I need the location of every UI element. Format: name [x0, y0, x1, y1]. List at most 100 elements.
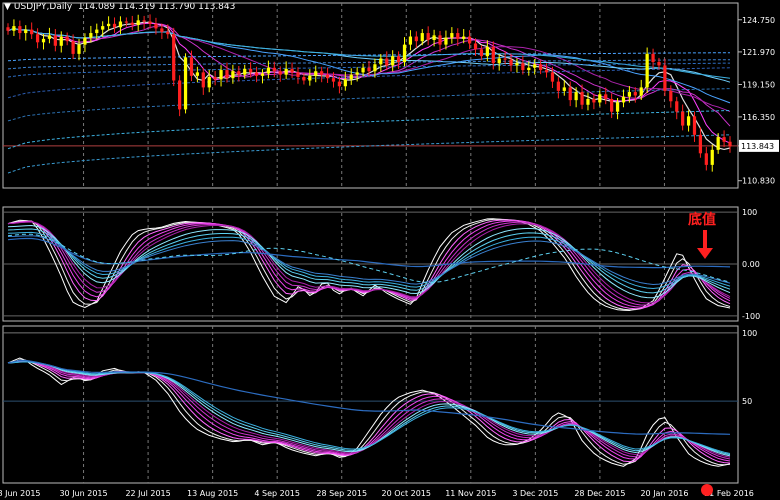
candle-body: [189, 57, 194, 76]
candle-body: [610, 98, 614, 112]
candle-body: [130, 22, 134, 25]
price-trendline: [7, 88, 731, 122]
candle-body: [243, 68, 247, 75]
candle-body: [450, 33, 454, 38]
y-tick-label: -100: [742, 312, 760, 321]
y-tick-label: 119.150: [742, 81, 775, 90]
osc2-signal-line: [7, 359, 731, 435]
candle-body: [663, 65, 667, 91]
candle-body: [142, 20, 146, 22]
osc1-series-line: [7, 218, 731, 312]
candle-body: [592, 98, 596, 103]
candle-body: [373, 64, 377, 72]
x-tick-label: 3 Dec 2015: [512, 489, 558, 498]
candle-body: [337, 81, 342, 87]
candle-body: [651, 53, 655, 62]
candle-body: [420, 33, 424, 42]
down-arrow-icon: [697, 248, 713, 259]
candle-body: [574, 92, 578, 101]
candle-body: [639, 87, 643, 96]
candle-body: [320, 71, 324, 75]
candle-body: [473, 43, 478, 50]
candle-body: [12, 26, 16, 31]
oscillator-panel-2-frame: [2, 325, 739, 484]
candle-body: [515, 63, 519, 66]
candle-body: [497, 58, 501, 64]
candle-body: [6, 27, 10, 31]
candle-body: [178, 80, 182, 110]
x-tick-label: 28 Dec 2015: [574, 489, 625, 498]
candle-body: [438, 35, 442, 45]
candle-body: [509, 59, 513, 66]
candle-body: [41, 38, 46, 43]
candle-body: [118, 21, 123, 28]
candle-body: [35, 34, 40, 43]
chart-canvas[interactable]: 8 Jun 2015 30 Jun 2015 22 Jul 2015 13 Aug 2…: [0, 0, 780, 500]
candle-body: [681, 111, 685, 126]
candle-body: [367, 67, 371, 72]
candle-body: [503, 58, 507, 60]
candle-body: [562, 87, 566, 91]
y-tick-label: 50: [742, 397, 752, 406]
y-tick-label: 124.750: [742, 16, 775, 25]
candle-body: [550, 72, 555, 82]
candle-body: [77, 44, 81, 54]
candle-body: [272, 67, 276, 72]
price-ma-line: [7, 22, 731, 144]
x-tick-label: 28 Sep 2015: [316, 489, 367, 498]
candle-body: [296, 72, 300, 77]
candle-body: [201, 72, 205, 88]
y-tick-label: 0.00: [742, 260, 760, 269]
candle-body: [527, 67, 531, 71]
candle-body: [580, 92, 584, 105]
candle-body: [24, 29, 28, 34]
candle-body: [254, 72, 259, 76]
candle-body: [89, 33, 93, 38]
candle-body: [266, 67, 271, 74]
candle-body: [290, 68, 294, 73]
price-trendline: [7, 52, 731, 62]
candle-body: [166, 31, 170, 35]
candle-body: [604, 94, 608, 99]
x-tick-label: 30 Jun 2015: [59, 489, 107, 498]
candle-body: [195, 72, 199, 76]
candle-body: [379, 58, 383, 65]
x-tick-label: 22 Jul 2015: [125, 489, 170, 498]
price-ma-line: [7, 21, 731, 151]
candle-body: [95, 29, 99, 34]
candle-body: [491, 46, 495, 64]
candle-body: [556, 81, 560, 91]
candle-body: [704, 153, 708, 165]
candle-body: [47, 35, 52, 39]
candle-body: [645, 53, 649, 88]
candle-body: [396, 56, 401, 62]
candle-body: [349, 74, 353, 80]
candle-body: [314, 71, 318, 76]
osc2-series-line: [7, 360, 731, 464]
candle-body: [124, 21, 128, 23]
candle-body: [325, 74, 330, 79]
candle-body: [154, 23, 158, 29]
osc2-series-line: [7, 361, 731, 456]
date-marker-dot: [701, 484, 713, 496]
candle-body: [30, 29, 34, 35]
x-tick-label: 11 Nov 2015: [445, 489, 496, 498]
last-price-label: 113.843: [741, 142, 774, 151]
candle-body: [432, 35, 436, 40]
candle-body: [615, 102, 620, 112]
candle-body: [479, 49, 484, 57]
y-tick-label: 121.970: [742, 48, 775, 57]
candle-body: [355, 72, 359, 75]
price-trendline: [7, 110, 731, 150]
y-tick-label: 116.350: [742, 113, 775, 122]
candle-body: [544, 70, 549, 73]
candle-body: [231, 71, 235, 79]
candle-body: [183, 57, 188, 110]
candle-body: [237, 71, 241, 75]
candle-body: [83, 37, 87, 45]
candle-body: [586, 98, 590, 105]
candle-body: [716, 137, 720, 150]
candle-body: [18, 26, 22, 34]
candle-body: [462, 36, 466, 39]
candle-body: [598, 94, 602, 103]
